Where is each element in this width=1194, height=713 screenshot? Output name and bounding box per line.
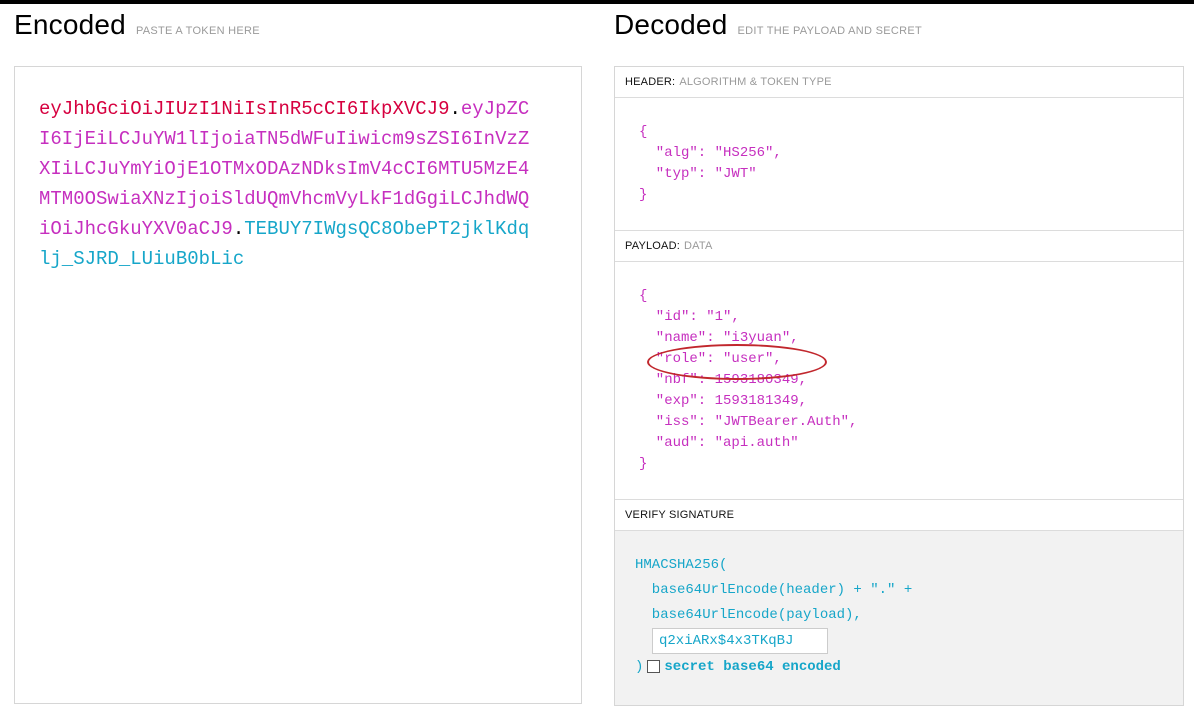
payload-section-sublabel: DATA: [684, 240, 713, 252]
header-json-editor[interactable]: { "alg": "HS256", "typ": "JWT" }: [615, 98, 1183, 231]
header-json-line: "alg": "HS256",: [639, 145, 782, 161]
header-section-title: HEADER: ALGORITHM & TOKEN TYPE: [615, 67, 1183, 98]
verify-section-title: VERIFY SIGNATURE: [615, 500, 1183, 531]
secret-input[interactable]: q2xiARx$4x3TKqBJ: [652, 628, 828, 654]
hmac-function-line: HMACSHA256(: [635, 557, 728, 573]
secret-base64-checkbox[interactable]: [647, 659, 661, 673]
payload-json-line: {: [639, 288, 648, 304]
header-json-line: "typ": "JWT": [639, 166, 757, 182]
encoded-title: Encoded: [14, 9, 126, 40]
token-separator: .: [232, 218, 245, 240]
decoded-heading: Decoded EDIT THE PAYLOAD AND SECRET: [614, 9, 922, 41]
payload-json-line: "aud": "api.auth": [639, 435, 799, 451]
payload-json-line: "id": "1",: [639, 309, 740, 325]
payload-json-editor[interactable]: { "id": "1", "name": "i3yuan", "role": "…: [615, 262, 1183, 500]
verify-section-label: VERIFY SIGNATURE: [625, 509, 735, 521]
verify-signature-body: HMACSHA256( base64UrlEncode(header) + ".…: [615, 531, 1183, 705]
top-bar: [0, 0, 1194, 4]
header-section-label: HEADER:: [625, 76, 676, 88]
payload-json-line: }: [639, 456, 648, 472]
encoded-heading: Encoded PASTE A TOKEN HERE: [14, 9, 260, 41]
payload-json-line: "name": "i3yuan",: [639, 330, 799, 346]
payload-section-label: PAYLOAD:: [625, 240, 680, 252]
encoded-token-editor[interactable]: eyJhbGciOiJIUzI1NiIsInR5cCI6IkpXVCJ9.eyJ…: [14, 66, 582, 704]
secret-row: q2xiARx$4x3TKqBJ: [635, 628, 1183, 655]
payload-json-line-role: "role": "user",: [639, 351, 782, 367]
header-encode-line: base64UrlEncode(header) + "." +: [635, 582, 913, 598]
payload-encode-line: base64UrlEncode(payload),: [635, 607, 862, 623]
token-separator: .: [449, 98, 461, 120]
decoded-subtitle: EDIT THE PAYLOAD AND SECRET: [737, 25, 923, 37]
header-json-line: {: [639, 124, 648, 140]
payload-json-line: "exp": 1593181349,: [639, 393, 808, 409]
payload-json-line: "nbf": 1593180349,: [639, 372, 808, 388]
encoded-subtitle: PASTE A TOKEN HERE: [135, 25, 260, 37]
secret-options-line: ) secret base64 encoded: [635, 655, 1183, 680]
header-json-line: }: [639, 187, 648, 203]
close-paren: ): [635, 658, 644, 675]
secret-base64-label[interactable]: secret base64 encoded: [664, 659, 840, 675]
token-header-part: eyJhbGciOiJIUzI1NiIsInR5cCI6IkpXVCJ9: [39, 98, 450, 120]
payload-json-line: "iss": "JWTBearer.Auth",: [639, 414, 858, 430]
header-section-sublabel: ALGORITHM & TOKEN TYPE: [679, 76, 832, 88]
payload-section-title: PAYLOAD: DATA: [615, 231, 1183, 262]
token-text[interactable]: eyJhbGciOiJIUzI1NiIsInR5cCI6IkpXVCJ9.eyJ…: [39, 94, 539, 274]
decoded-title: Decoded: [614, 9, 728, 40]
decoded-panel: HEADER: ALGORITHM & TOKEN TYPE { "alg": "…: [614, 66, 1184, 706]
